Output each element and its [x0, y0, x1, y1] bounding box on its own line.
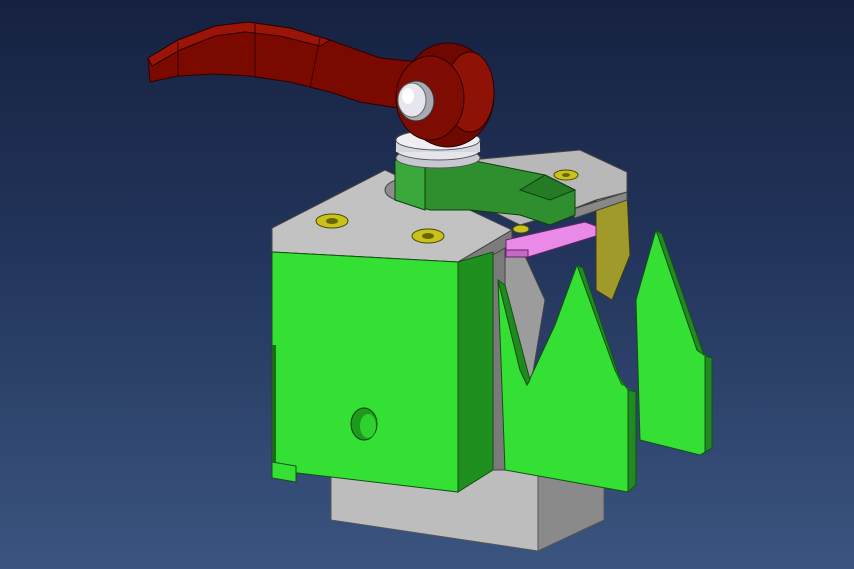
cad-model-view[interactable]	[0, 0, 854, 569]
mounting-screw[interactable]	[411, 228, 445, 244]
side-hole[interactable]	[350, 407, 378, 441]
saw-tooth-jaw-rear[interactable]	[635, 228, 713, 456]
mounting-screw[interactable]	[315, 213, 349, 229]
cam-lever[interactable]	[147, 21, 495, 148]
mounting-screw[interactable]	[512, 224, 530, 234]
fixture-block[interactable]	[271, 251, 494, 493]
mounting-screw[interactable]	[553, 169, 579, 181]
cad-viewport[interactable]	[0, 0, 854, 569]
lever-pivot-pin[interactable]	[397, 80, 435, 122]
